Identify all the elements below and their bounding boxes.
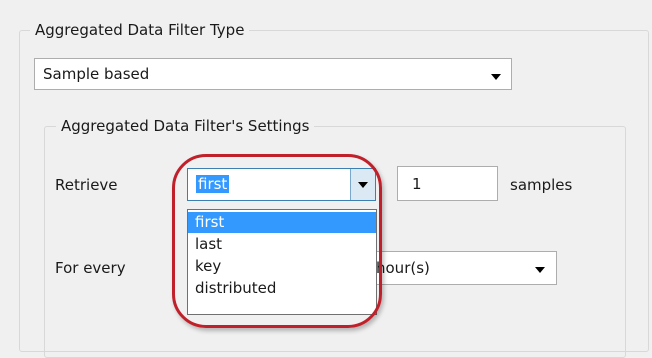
count-unit-label: samples (510, 176, 573, 194)
filter-type-value: Sample based (43, 65, 150, 83)
chevron-down-icon (491, 74, 501, 80)
filter-type-group-title: Aggregated Data Filter Type (30, 21, 250, 39)
filter-type-select[interactable]: Sample based (34, 58, 512, 90)
filter-settings-panel: { "filter_type": { "group_label": "Aggre… (0, 0, 652, 358)
settings-group-title: Aggregated Data Filter's Settings (56, 117, 315, 135)
for-every-label: For every (55, 259, 126, 277)
chevron-down-icon (535, 267, 545, 273)
annotation-ring (172, 154, 382, 328)
count-value: 1 (412, 174, 422, 193)
count-input[interactable]: 1 (397, 166, 498, 201)
retrieve-label: Retrieve (55, 176, 118, 194)
interval-unit-select[interactable]: hour(s) (374, 251, 557, 285)
interval-unit-value: hour(s) (376, 259, 430, 277)
